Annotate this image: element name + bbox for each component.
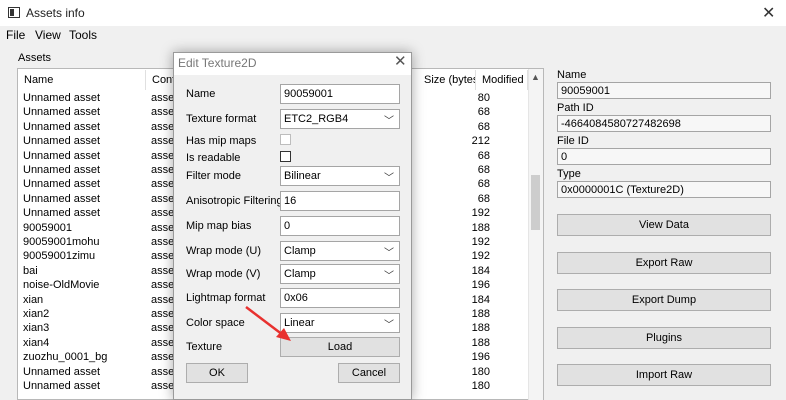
arrow-shaft bbox=[245, 306, 284, 336]
annotation-arrow bbox=[245, 306, 291, 341]
